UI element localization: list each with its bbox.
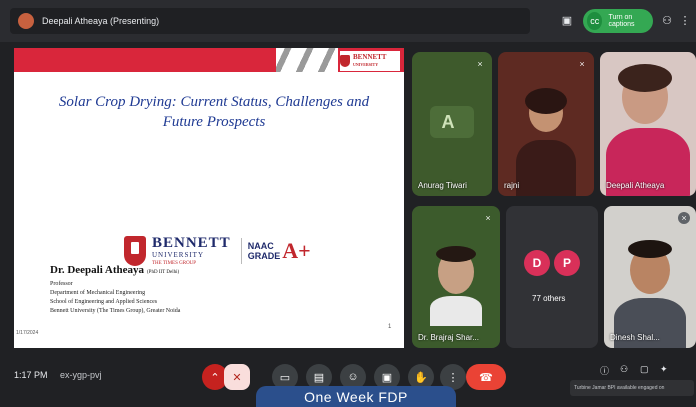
event-banner: One Week FDP (256, 386, 456, 407)
corner-logo-text: BENNETT UNIVERSITY (353, 53, 387, 68)
layout-icon[interactable]: ▣ (560, 13, 574, 27)
info-icon[interactable]: ⓘ (600, 364, 609, 377)
participant-tile[interactable]: A ⨯ Anurag Tiwari (412, 52, 492, 196)
meeting-code: ex-ygp-pvj (60, 370, 102, 380)
others-avatar: P (554, 250, 580, 276)
naac-badge: NAAC GRADE A+ (240, 238, 311, 264)
slide-page-number: 1 (388, 324, 392, 330)
participant-name: Anurag Tiwari (418, 181, 467, 190)
slide-header-stripes (276, 48, 338, 72)
presentation-slide: BENNETT UNIVERSITY Solar Crop Drying: Cu… (14, 48, 404, 348)
participant-hair (436, 246, 476, 262)
mic-off-icon: ⨯ (477, 61, 483, 68)
participant-hair (525, 88, 567, 114)
others-avatar: D (524, 250, 550, 276)
slide-corner-logo: BENNETT UNIVERSITY (340, 51, 400, 71)
captions-label: Turn on captions (608, 14, 635, 28)
people-icon[interactable]: ⚇ (620, 364, 628, 375)
others-tile[interactable]: D P 77 others (506, 206, 598, 348)
speaker-affiliation: Professor Department of Mechanical Engin… (50, 281, 181, 314)
participant-hair (628, 240, 672, 258)
end-call-button[interactable]: ☎ (466, 364, 506, 390)
participant-tile[interactable]: ⨯ Dr. Brajraj Shar... (412, 206, 500, 348)
captions-icon: cc (587, 12, 603, 30)
mic-off-icon: ⨯ (579, 61, 585, 68)
bennett-shield-icon (124, 236, 146, 266)
others-count: 77 others (532, 294, 566, 303)
participant-tile[interactable]: Deepali Atheaya (600, 52, 696, 196)
participant-hair (618, 64, 672, 92)
speaker-name: Dr. Deepali Atheaya (PhD IIT Delhi) (50, 264, 180, 276)
participant-name: rajni (504, 181, 520, 190)
slide-date: 1/17/2024 (16, 330, 39, 336)
bennett-wordmark: BENNETT UNIVERSITY THE TIMES GROUP (152, 235, 231, 266)
participant-initial: A (430, 106, 474, 138)
participant-body (430, 296, 482, 326)
others-avatars: D P (524, 250, 584, 276)
more-options-icon[interactable]: ⋮ (678, 13, 692, 27)
presenter-avatar (18, 13, 34, 29)
mic-toggle-button[interactable]: ✕ (224, 364, 250, 390)
mic-off-icon: ⨯ (678, 212, 690, 224)
slide-title: Solar Crop Drying: Current Status, Chall… (58, 94, 370, 130)
top-bar: Deepali Atheaya (Presenting) ▣ cc Turn o… (0, 0, 696, 42)
activities-icon[interactable]: ✦ (660, 364, 668, 375)
chat-icon[interactable]: ▢ (640, 364, 649, 375)
meeting-time: 1:17 PM (14, 370, 48, 380)
presenter-label: Deepali Atheaya (Presenting) (42, 16, 160, 26)
participant-body (516, 140, 576, 196)
participant-name: Deepali Atheaya (606, 181, 665, 190)
participant-tile[interactable]: ⨯ rajni (498, 52, 594, 196)
participants-icon[interactable]: ⚇ (660, 13, 674, 27)
participant-tile[interactable]: ⨯ Dinesh Shal... (604, 206, 696, 348)
mic-off-icon: ⨯ (485, 215, 491, 222)
participant-name: Dr. Brajraj Shar... (418, 333, 479, 342)
presenter-indicator[interactable]: Deepali Atheaya (Presenting) (10, 8, 530, 34)
shield-icon (340, 55, 350, 67)
captions-button[interactable]: cc Turn on captions (583, 9, 653, 33)
participant-name: Dinesh Shal... (610, 333, 660, 342)
notification-toast: Turbine Jamar BPI available engaged on (570, 380, 694, 396)
